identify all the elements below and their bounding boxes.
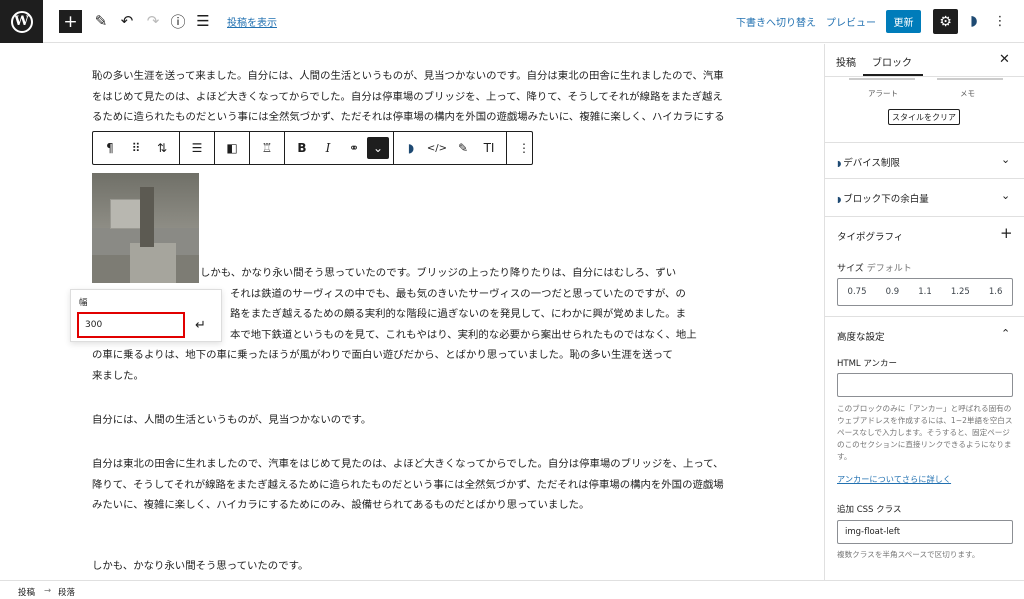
plugin-format-icon[interactable]: ◗ xyxy=(398,135,424,161)
plus-icon[interactable]: + xyxy=(1000,224,1013,242)
breadcrumb-post[interactable]: 投稿 xyxy=(18,586,35,598)
add-block-button[interactable]: + xyxy=(59,10,82,33)
plugin-icon[interactable]: ◗ xyxy=(965,12,983,30)
drag-handle-icon[interactable]: ⠿ xyxy=(123,135,149,161)
chevron-down-icon[interactable]: ⌄ xyxy=(1001,153,1010,166)
breadcrumb-separator-icon: → xyxy=(44,586,52,596)
image-width-popover: 幅 300 ↵ xyxy=(70,289,222,342)
switch-to-draft-button[interactable]: 下書きへ切り替え xyxy=(736,14,816,29)
html-anchor-input[interactable] xyxy=(837,373,1013,397)
paragraph-block[interactable]: 自分は東北の田舎に生れましたので、汽車をはじめて見たのは、よほど大きくなってから… xyxy=(92,454,732,516)
clear-style-button[interactable]: スタイルをクリア xyxy=(888,109,960,125)
code-icon[interactable]: </> xyxy=(424,135,450,161)
italic-button[interactable]: I xyxy=(315,135,341,161)
water-pump-image xyxy=(140,187,154,247)
anchor-learn-more-link[interactable]: アンカーについてさらに詳しく xyxy=(837,473,951,485)
html-anchor-label: HTML アンカー xyxy=(837,359,898,369)
breadcrumb: 投稿 → 段落 xyxy=(0,580,1024,599)
panel-typography[interactable]: タイポグラフィ + xyxy=(825,216,1024,252)
update-button[interactable]: 更新 xyxy=(886,10,921,33)
wordpress-logo[interactable]: W xyxy=(0,0,43,43)
more-formats-chevron-icon[interactable]: ⌄ xyxy=(367,137,389,159)
font-size-label: サイズ デフォルト xyxy=(837,264,912,274)
move-up-down-icon[interactable]: ⇅ xyxy=(149,135,175,161)
tab-post[interactable]: 投稿 xyxy=(836,54,856,69)
style-preview-alert[interactable] xyxy=(849,78,915,80)
style-brush-icon[interactable]: ♖ xyxy=(254,135,280,161)
plugin-leaf-icon: ◗ xyxy=(837,195,842,204)
float-image-icon[interactable]: ◧ xyxy=(219,135,245,161)
wordpress-icon: W xyxy=(10,10,33,33)
editor-canvas: 恥の多い生涯を送って来ました。自分には、人間の生活というものが、見当つかないので… xyxy=(0,44,824,580)
list-view-icon[interactable]: ☰ xyxy=(194,10,212,32)
link-icon[interactable]: ⚭ xyxy=(341,135,367,161)
options-menu-icon[interactable]: ⋮ xyxy=(993,12,1007,30)
plugin-leaf-icon: ◗ xyxy=(837,159,842,168)
panel-block-margin[interactable]: ◗ ブロック下の余白量 ⌄ xyxy=(825,178,1024,214)
settings-sidebar: 投稿 ブロック ✕ アラート メモ スタイルをクリア ◗ デバイス制限 ⌄ ◗ ブロ… xyxy=(824,44,1024,580)
redo-icon[interactable]: ↷ xyxy=(144,10,162,32)
chevron-up-icon[interactable]: ⌃ xyxy=(1001,327,1010,340)
font-size-option[interactable]: 0.9 xyxy=(886,287,900,297)
tab-block[interactable]: ブロック xyxy=(872,54,912,69)
panel-title: 高度な設定 xyxy=(837,332,885,343)
font-size-option[interactable]: 0.75 xyxy=(848,287,867,297)
active-tab-indicator xyxy=(863,74,923,76)
paragraph-line: しかも、かなり永い間そう思っていたのです。ブリッジの上ったり降りたりは、自分には… xyxy=(200,267,677,279)
css-class-input[interactable]: img-float-left xyxy=(837,520,1013,544)
block-toolbar: ¶ ⠿ ⇅ ☰ ◧ ♖ B I ⚭ ⌄ ◗ </> ✎ TI ⋮ xyxy=(92,131,533,165)
chevron-down-icon[interactable]: ⌄ xyxy=(1001,189,1010,202)
font-size-option[interactable]: 1.25 xyxy=(951,287,970,297)
block-options-icon[interactable]: ⋮ xyxy=(511,135,537,161)
settings-icon[interactable]: ⚙ xyxy=(933,9,958,34)
paragraph-icon[interactable]: ¶ xyxy=(97,135,123,161)
panel-title: ブロック下の余白量 xyxy=(843,194,929,205)
style-preview-memo[interactable] xyxy=(937,78,1003,80)
block-styles: アラート メモ スタイルをクリア xyxy=(825,77,1024,137)
html-anchor-help: このブロックのみに「アンカー」と呼ばれる固有のウェブアドレスを作成するには、1~… xyxy=(837,404,1013,461)
font-size-default: デフォルト xyxy=(866,264,912,274)
css-class-label: 追加 CSS クラス xyxy=(837,505,902,515)
font-size-option[interactable]: 1.6 xyxy=(989,287,1003,297)
paragraph-block[interactable]: しかも、かなり永い間そう思っていたのです。 xyxy=(92,556,732,577)
info-icon[interactable]: ⓘ xyxy=(169,10,187,32)
bold-button[interactable]: B xyxy=(289,135,315,161)
preview-button[interactable]: プレビュー xyxy=(826,14,876,29)
highlight-icon[interactable]: ✎ xyxy=(450,135,476,161)
panel-title: タイポグラフィ xyxy=(837,232,904,243)
editor-header: W + ✎ ↶ ↷ ⓘ ☰ 投稿を表示 下書きへ切り替え プレビュー 更新 ⚙ … xyxy=(0,0,1024,43)
font-size-picker: 0.75 0.9 1.1 1.25 1.6 xyxy=(837,278,1013,306)
css-class-help: 複数クラスを半角スペースで区切ります。 xyxy=(837,550,980,559)
style-name-memo: メモ xyxy=(960,89,975,98)
view-post-link[interactable]: 投稿を表示 xyxy=(227,14,277,29)
close-icon[interactable]: ✕ xyxy=(999,52,1010,67)
tools-icon[interactable]: ✎ xyxy=(92,10,110,32)
width-input[interactable]: 300 xyxy=(77,312,185,338)
undo-icon[interactable]: ↶ xyxy=(118,10,136,32)
apply-enter-icon[interactable]: ↵ xyxy=(195,318,206,333)
panel-device-restriction[interactable]: ◗ デバイス制限 ⌄ xyxy=(825,142,1024,178)
align-icon[interactable]: ☰ xyxy=(184,135,210,161)
panel-advanced[interactable]: 高度な設定 ⌃ xyxy=(825,316,1024,352)
paragraph-line: の車に乗るよりは、地下の車に乗ったほうが風がわりで面白い遊びだから、とばかり思っ… xyxy=(92,349,673,362)
width-label: 幅 xyxy=(79,298,88,308)
sidebar-tabs: 投稿 ブロック ✕ xyxy=(825,44,1024,77)
style-name-alert: アラート xyxy=(868,89,898,98)
panel-title: デバイス制限 xyxy=(843,158,900,169)
font-size-option[interactable]: 1.1 xyxy=(918,287,932,297)
paragraph-block[interactable]: 自分には、人間の生活というものが、見当つかないのです。 xyxy=(92,410,732,431)
paragraph-line: 来ました。 xyxy=(92,369,144,382)
text-size-icon[interactable]: TI xyxy=(476,135,502,161)
breadcrumb-paragraph[interactable]: 段落 xyxy=(58,586,75,598)
